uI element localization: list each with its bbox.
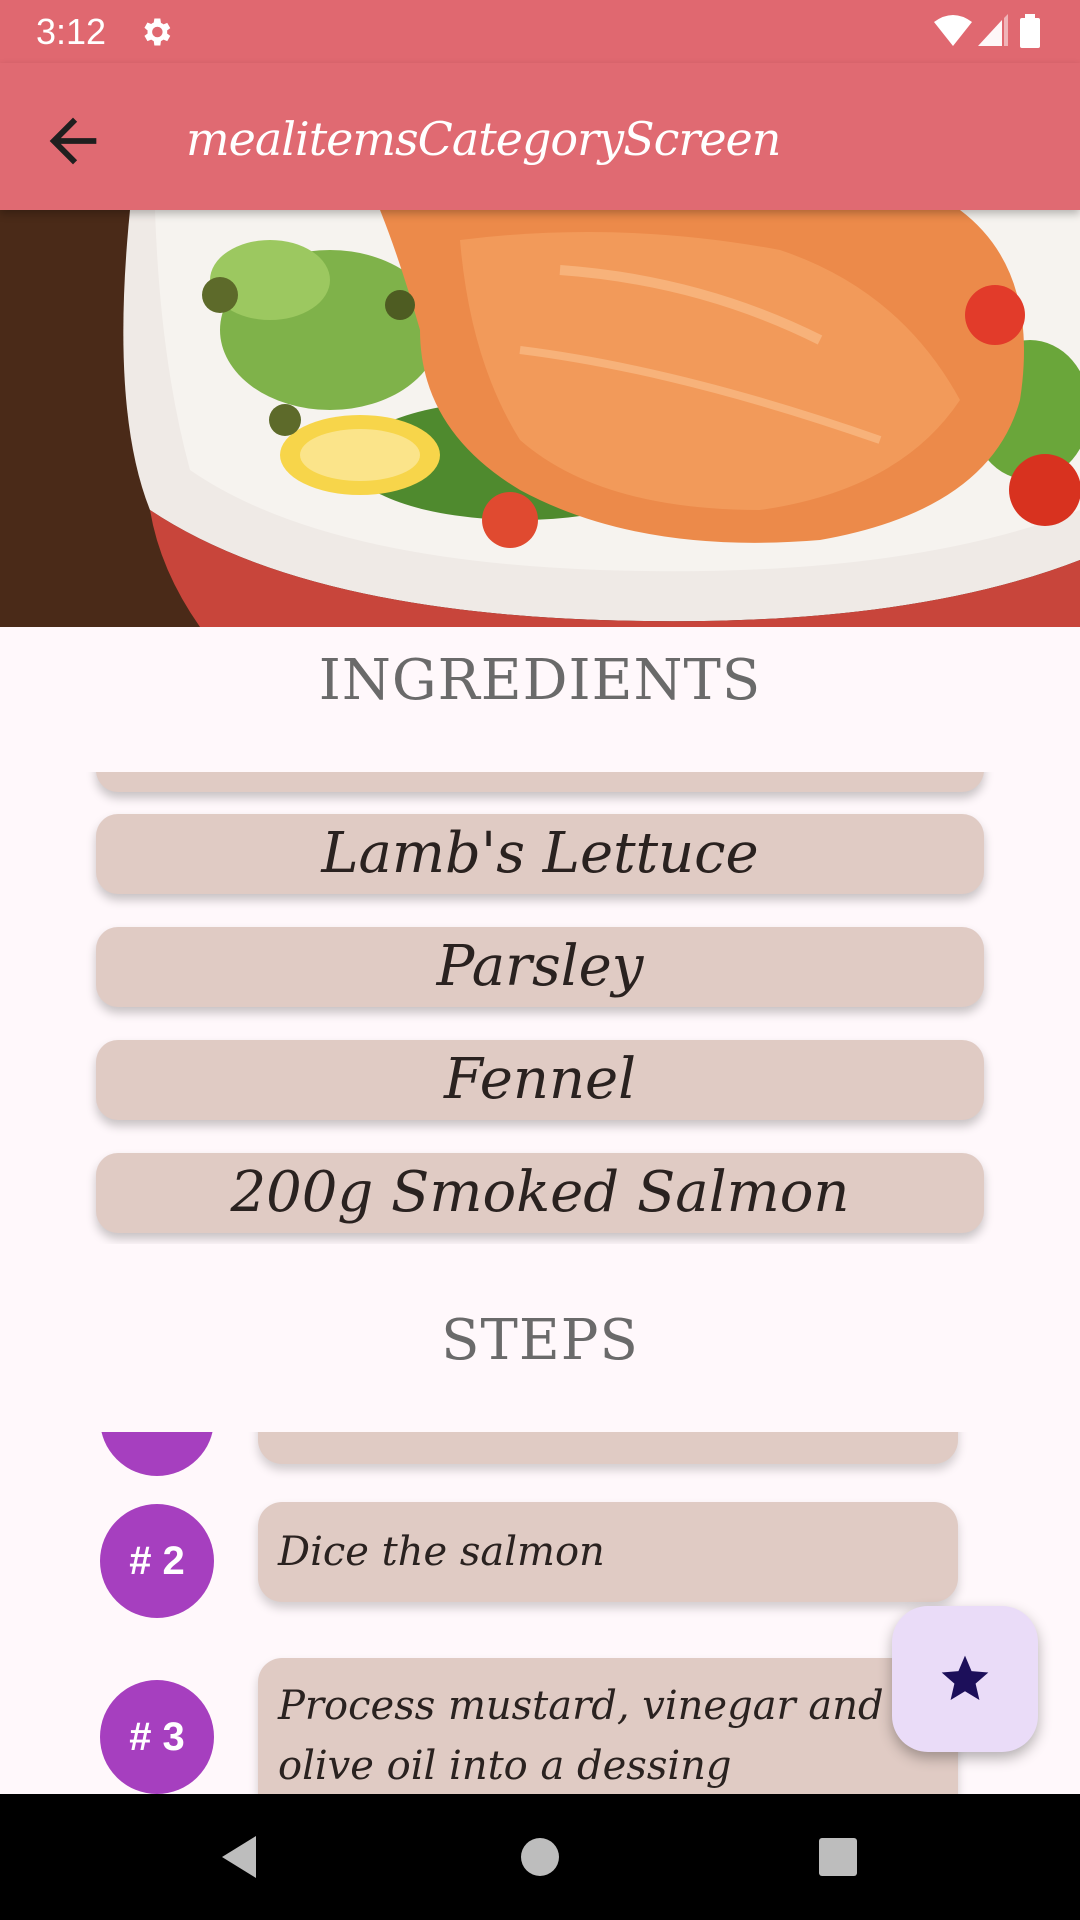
step-card: Dice the salmon	[258, 1502, 958, 1602]
page-title: mealitemsCategoryScreen	[186, 112, 781, 166]
nav-recents-button[interactable]	[805, 1824, 871, 1890]
meal-image	[0, 210, 1080, 627]
arrow-back-icon	[49, 117, 97, 165]
app-bar: mealitemsCategoryScreen	[0, 63, 1080, 210]
nav-home-button[interactable]	[507, 1824, 573, 1890]
system-nav-bar	[0, 1794, 1080, 1920]
square-recents-icon	[819, 1838, 857, 1876]
steps-heading: STEPS	[441, 1308, 639, 1373]
ingredients-heading: INGREDIENTS	[318, 648, 762, 713]
status-indicators	[934, 14, 1044, 50]
step-badge: # 2	[100, 1504, 214, 1618]
gear-icon	[144, 18, 171, 46]
steps-list[interactable]: # 2 Dice the salmon # 3 Process mustard,…	[60, 1432, 1020, 1794]
ingredients-list[interactable]: Lamb's Lettuce Parsley Fennel 200g Smoke…	[80, 772, 1000, 1244]
back-button[interactable]	[38, 106, 108, 176]
favorite-fab[interactable]	[892, 1606, 1038, 1752]
star-icon	[941, 1655, 989, 1700]
step-card	[258, 1432, 958, 1464]
ingredient-item: Fennel	[96, 1040, 984, 1120]
step-badge: # 3	[100, 1680, 214, 1794]
ingredient-item: Lamb's Lettuce	[96, 814, 984, 894]
step-badge	[100, 1432, 214, 1476]
ingredient-item: Parsley	[96, 927, 984, 1007]
wifi-icon	[934, 15, 972, 46]
ingredient-item: 200g Smoked Salmon	[96, 1153, 984, 1233]
ingredient-item-partial	[96, 772, 984, 792]
circle-home-icon	[521, 1838, 559, 1876]
triangle-back-icon	[222, 1836, 256, 1878]
step-card: Process mustard, vinegar and olive oil i…	[258, 1658, 958, 1794]
nav-back-button[interactable]	[206, 1824, 272, 1890]
status-bar: 3:12	[0, 0, 1080, 63]
battery-icon	[1020, 14, 1040, 48]
status-time: 3:12	[36, 11, 107, 52]
cellular-signal-icon	[978, 14, 1008, 46]
